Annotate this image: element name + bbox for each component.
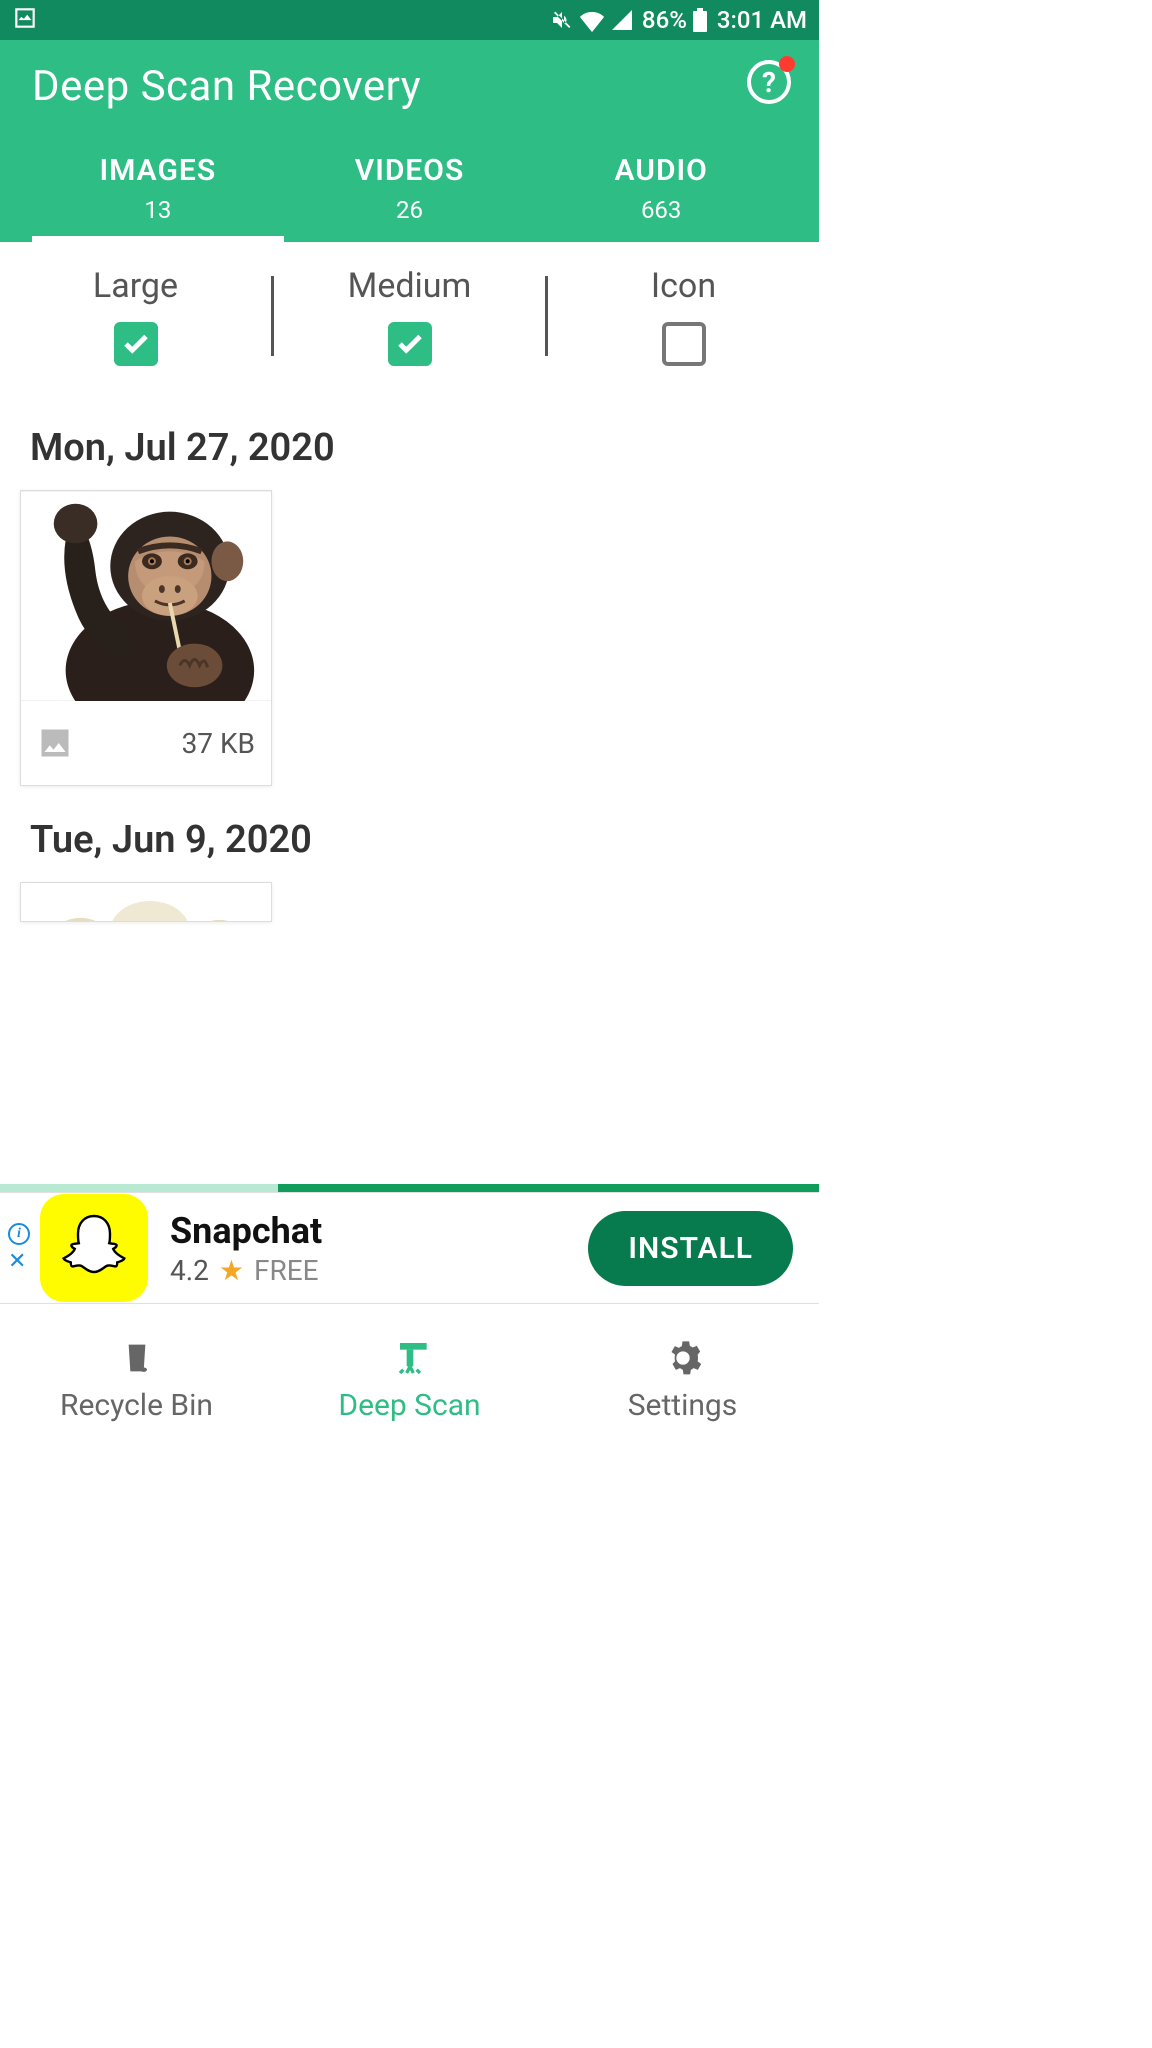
tab-images[interactable]: IMAGES 13	[32, 139, 284, 242]
clock-time: 3:01 AM	[717, 6, 807, 34]
help-button[interactable]: ?	[747, 60, 791, 104]
trash-icon	[117, 1338, 157, 1378]
image-thumbnail[interactable]: 37 KB	[20, 490, 272, 786]
checkbox-large[interactable]	[114, 322, 158, 366]
snapchat-icon	[54, 1208, 134, 1288]
battery-icon	[693, 8, 707, 32]
nav-deep-scan[interactable]: Deep Scan	[273, 1304, 546, 1456]
media-tabs: IMAGES 13 VIDEOS 26 AUDIO 663	[32, 139, 787, 242]
tab-images-count: 13	[32, 196, 284, 224]
check-icon	[121, 329, 151, 359]
nav-settings-label: Settings	[628, 1388, 738, 1423]
signal-icon	[610, 8, 634, 32]
size-icon-label: Icon	[651, 266, 716, 306]
vibrate-icon	[550, 8, 574, 32]
tab-videos-label: VIDEOS	[284, 153, 536, 188]
thumbnail-preview	[21, 491, 271, 701]
size-icon[interactable]: Icon	[548, 266, 819, 366]
status-bar: 86% 3:01 AM	[0, 0, 819, 40]
tab-videos-count: 26	[284, 196, 536, 224]
page-title: Deep Scan Recovery	[32, 62, 787, 111]
thumbnail-preview	[21, 883, 271, 922]
bottom-nav: Recycle Bin Deep Scan Settings	[0, 1304, 819, 1456]
status-left-icons	[12, 5, 38, 35]
battery-percent: 86%	[642, 6, 687, 34]
nav-recycle-label: Recycle Bin	[60, 1388, 213, 1423]
thumbnail-meta: 37 KB	[21, 701, 271, 785]
image-icon	[12, 5, 38, 31]
ad-rating: 4.2	[170, 1254, 209, 1287]
size-large[interactable]: Large	[0, 266, 271, 366]
scan-progress	[0, 1184, 819, 1192]
drill-icon	[390, 1338, 430, 1378]
tab-videos[interactable]: VIDEOS 26	[284, 139, 536, 242]
tab-audio[interactable]: AUDIO 663	[535, 139, 787, 242]
star-icon: ★	[219, 1254, 244, 1287]
nav-recycle-bin[interactable]: Recycle Bin	[0, 1304, 273, 1456]
ad-banner[interactable]: i ✕ Snapchat 4.2 ★ FREE INSTALL	[0, 1192, 819, 1304]
image-thumbnail[interactable]	[20, 882, 272, 922]
nav-deepscan-label: Deep Scan	[338, 1388, 480, 1423]
progress-fill	[278, 1184, 819, 1192]
tab-audio-count: 663	[535, 196, 787, 224]
ad-price: FREE	[254, 1254, 319, 1287]
tab-audio-label: AUDIO	[535, 153, 787, 188]
date-header: Tue, Jun 9, 2020	[30, 818, 789, 862]
ad-text: Snapchat 4.2 ★ FREE	[170, 1210, 588, 1287]
checkbox-icon[interactable]	[662, 322, 706, 366]
date-header: Mon, Jul 27, 2020	[30, 426, 789, 470]
checkbox-medium[interactable]	[388, 322, 432, 366]
size-filter: Large Medium Icon	[0, 242, 819, 394]
ad-info-icon[interactable]: i	[8, 1223, 30, 1245]
file-size: 37 KB	[182, 727, 255, 760]
ad-close-icon[interactable]: ✕	[8, 1251, 30, 1273]
app-bar: Deep Scan Recovery ? IMAGES 13 VIDEOS 26…	[0, 40, 819, 242]
notification-dot	[779, 56, 795, 72]
install-button[interactable]: INSTALL	[588, 1211, 793, 1286]
nav-settings[interactable]: Settings	[546, 1304, 819, 1456]
results-list[interactable]: Mon, Jul 27, 2020	[0, 426, 819, 922]
check-icon	[395, 329, 425, 359]
ad-app-icon	[40, 1194, 148, 1302]
size-large-label: Large	[93, 266, 178, 306]
wifi-icon	[580, 8, 604, 32]
gear-icon	[663, 1338, 703, 1378]
status-right-icons: 86% 3:01 AM	[550, 6, 807, 34]
chimp-image	[21, 491, 271, 701]
size-medium[interactable]: Medium	[274, 266, 545, 366]
tab-images-label: IMAGES	[32, 153, 284, 188]
image-icon	[37, 725, 73, 761]
ad-title: Snapchat	[170, 1210, 588, 1252]
size-medium-label: Medium	[348, 266, 472, 306]
